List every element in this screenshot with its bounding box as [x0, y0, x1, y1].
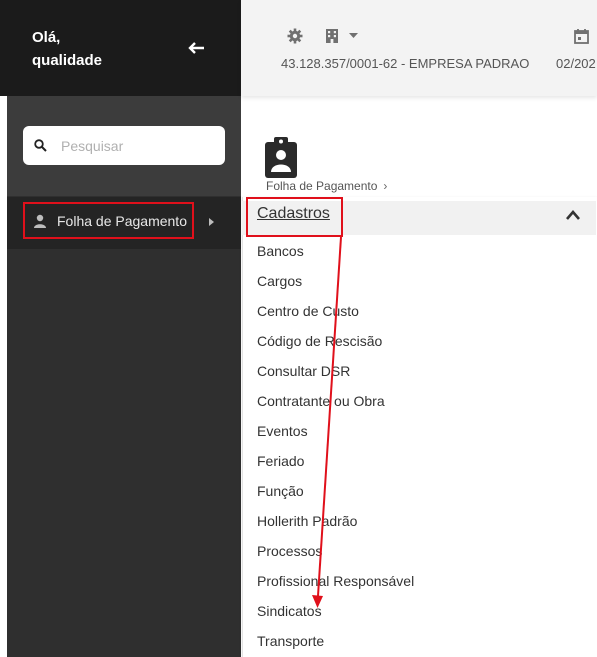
menu-item-feriado[interactable]: Feriado	[257, 446, 414, 476]
search-input[interactable]	[59, 134, 218, 158]
menu-item-transporte[interactable]: Transporte	[257, 626, 414, 656]
caret-down-icon[interactable]	[349, 33, 358, 39]
user-greeting: Olá, qualidade	[32, 26, 102, 72]
menu-item-hollerith-padrao[interactable]: Hollerith Padrão	[257, 506, 414, 536]
sidebar-item-label: Folha de Pagamento	[57, 213, 187, 229]
highlight-box	[246, 197, 343, 237]
menu-item-codigo-de-rescisao[interactable]: Código de Rescisão	[257, 326, 414, 356]
menu-item-profissional-responsavel[interactable]: Profissional Responsável	[257, 566, 414, 596]
menu-item-eventos[interactable]: Eventos	[257, 416, 414, 446]
greeting-line-2: qualidade	[32, 52, 103, 69]
chevron-right-icon: ›	[383, 179, 388, 193]
search-field[interactable]	[23, 126, 225, 165]
sidebar-item-folha-de-pagamento[interactable]: Folha de Pagamento	[23, 202, 194, 239]
period-date: 02/202	[556, 56, 596, 71]
calendar-icon[interactable]	[574, 28, 589, 44]
gear-icon[interactable]	[287, 28, 303, 44]
submenu-list: Bancos Cargos Centro de Custo Código de …	[257, 236, 414, 656]
arrow-left-icon[interactable]	[186, 38, 206, 58]
chevron-up-icon[interactable]	[565, 209, 581, 221]
breadcrumb[interactable]: Folha de Pagamento ›	[266, 179, 387, 193]
building-icon[interactable]	[325, 28, 339, 44]
clipboard-person-icon	[265, 137, 297, 178]
company-name: 43.128.357/0001-62 - EMPRESA PADRAO	[281, 56, 530, 71]
menu-item-sindicatos[interactable]: Sindicatos	[257, 596, 414, 626]
menu-item-funcao[interactable]: Função	[257, 476, 414, 506]
menu-item-bancos[interactable]: Bancos	[257, 236, 414, 266]
top-header	[241, 0, 597, 96]
menu-item-processos[interactable]: Processos	[257, 536, 414, 566]
breadcrumb-item[interactable]: Folha de Pagamento	[266, 179, 377, 193]
person-icon	[34, 214, 46, 228]
chevron-right-icon[interactable]	[208, 217, 216, 227]
menu-item-centro-de-custo[interactable]: Centro de Custo	[257, 296, 414, 326]
greeting-line-1: Olá,	[32, 29, 61, 46]
menu-item-cargos[interactable]: Cargos	[257, 266, 414, 296]
search-icon	[34, 139, 47, 152]
menu-item-consultar-dsr[interactable]: Consultar DSR	[257, 356, 414, 386]
menu-item-contratante-ou-obra[interactable]: Contratante ou Obra	[257, 386, 414, 416]
